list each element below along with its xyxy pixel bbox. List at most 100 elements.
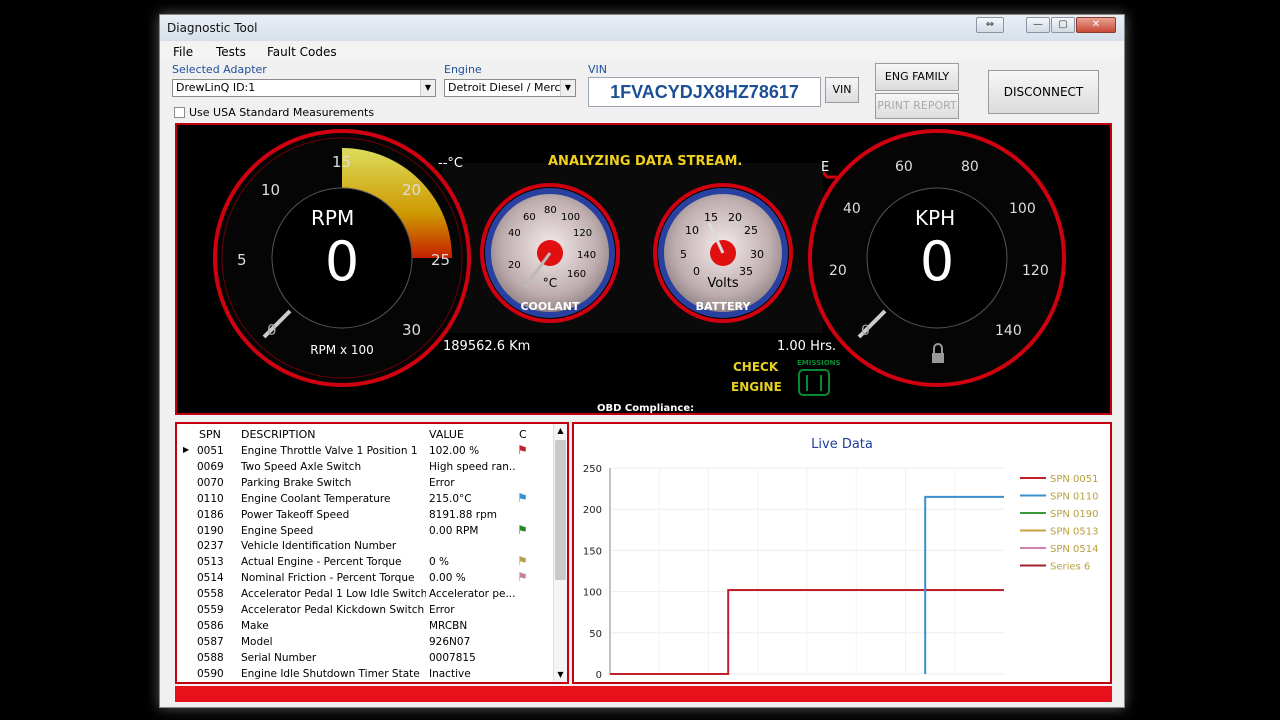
- coolant-tick-120: 120: [573, 228, 592, 239]
- coolant-tick-140: 140: [577, 250, 596, 261]
- rpm-tick-20: 20: [402, 181, 421, 199]
- table-row[interactable]: 0110 Engine Coolant Temperature 215.0°C ⚑: [177, 491, 552, 508]
- usa-measurements-label: Use USA Standard Measurements: [189, 106, 375, 119]
- header-spn[interactable]: SPN: [199, 428, 221, 441]
- lock-icon: [932, 353, 944, 363]
- table-row[interactable]: 0588 Serial Number 0007815: [177, 651, 552, 667]
- adapter-value: DrewLinQ ID:1: [176, 81, 256, 94]
- table-row[interactable]: 0070 Parking Brake Switch Error: [177, 476, 552, 492]
- scroll-thumb[interactable]: [555, 440, 566, 580]
- usa-measurements-checkbox[interactable]: [174, 107, 185, 118]
- table-row[interactable]: ▶ 0051 Engine Throttle Valve 1 Position 1 1…: [177, 443, 552, 460]
- spn-table: SPN DESCRIPTION VALUE C ▶ 0051 Engine Thro…: [175, 422, 569, 684]
- disconnect-button[interactable]: DISCONNECT: [988, 70, 1099, 114]
- live-data-chart: Live Data 0 50 100 150 200 250 SPN 0051 SPN 0110…: [572, 422, 1112, 684]
- cell-spn: 0190: [197, 524, 224, 537]
- flag-icon[interactable]: ⚑: [517, 523, 528, 537]
- kph-tick-0: 0: [861, 323, 870, 339]
- y-tick-label: 250: [583, 464, 602, 475]
- temp-readout: --°C: [438, 156, 463, 171]
- cell-spn: 0590: [197, 667, 224, 680]
- flag-icon[interactable]: ⚑: [517, 570, 528, 584]
- row-selector-icon: ▶: [183, 445, 190, 454]
- adapter-select[interactable]: DrewLinQ ID:1 ▼: [172, 79, 436, 97]
- vin-button[interactable]: VIN: [825, 77, 859, 103]
- battery-tick-25: 25: [744, 224, 758, 237]
- status-text: ANALYZING DATA STREAM.: [548, 154, 742, 169]
- cell-description: Vehicle Identification Number: [241, 540, 397, 553]
- cell-description: Engine Throttle Valve 1 Position 1: [241, 445, 418, 457]
- check-engine-line2: ENGINE: [731, 380, 782, 394]
- coolant-tick-20: 20: [508, 260, 521, 271]
- vin-field[interactable]: 1FVACYDJX8HZ78617: [588, 77, 821, 107]
- print-report-button[interactable]: PRINT REPORT: [875, 93, 959, 119]
- cell-description: Serial Number: [241, 651, 317, 664]
- cell-value: 215.0°C: [429, 492, 472, 505]
- header-description[interactable]: DESCRIPTION: [241, 428, 315, 441]
- cell-description: Engine Speed: [241, 524, 314, 537]
- table-row[interactable]: 0190 Engine Speed 0.00 RPM ⚑: [177, 523, 552, 540]
- table-row[interactable]: 0587 Model 926N07: [177, 635, 552, 651]
- eng-family-button[interactable]: ENG FAMILY: [875, 63, 959, 91]
- coolant-tick-80: 80: [544, 205, 557, 216]
- scroll-down-icon[interactable]: ▼: [554, 668, 567, 682]
- cell-spn: 0559: [197, 604, 224, 616]
- restore-icon[interactable]: ⇔: [976, 17, 1004, 33]
- coolant-tick-100: 100: [561, 212, 580, 223]
- cell-spn: 0051: [197, 445, 224, 457]
- table-row[interactable]: 0514 Nominal Friction - Percent Torque 0.0…: [177, 570, 552, 587]
- chart-svg: Live Data 0 50 100 150 200 250 SPN 0051 SPN 0110…: [583, 437, 1099, 681]
- menu-fault-codes[interactable]: Fault Codes: [267, 45, 337, 59]
- cell-description: Two Speed Axle Switch: [241, 460, 362, 473]
- rpm-tick-0: 0: [267, 321, 277, 339]
- check-engine-line1: CHECK: [733, 360, 779, 374]
- table-row[interactable]: 0513 Actual Engine - Percent Torque 0 % ⚑: [177, 554, 552, 571]
- engine-select[interactable]: Detroit Diesel / Mercedes ▼: [444, 79, 576, 97]
- close-button[interactable]: ✕: [1076, 17, 1116, 33]
- rpm-unit: RPM x 100: [310, 343, 374, 357]
- scroll-up-icon[interactable]: ▲: [554, 424, 567, 438]
- kph-tick-20: 20: [829, 263, 847, 279]
- battery-tick-10: 10: [685, 224, 699, 237]
- header-c[interactable]: C: [519, 428, 527, 441]
- cell-description: Accelerator Pedal 1 Low Idle Switch: [241, 588, 426, 601]
- engine-value: Detroit Diesel / Mercedes: [448, 81, 576, 94]
- table-header: SPN DESCRIPTION VALUE C: [177, 424, 552, 442]
- cell-description: Engine Idle Shutdown Timer State: [241, 667, 420, 680]
- cell-value: Accelerator pe...: [429, 588, 515, 601]
- kph-value: 0: [920, 230, 954, 293]
- chart-title: Live Data: [811, 437, 873, 452]
- table-row[interactable]: 0559 Accelerator Pedal Kickdown Switch Err…: [177, 603, 552, 619]
- cell-spn: 0186: [197, 508, 224, 521]
- table-row[interactable]: 0069 Two Speed Axle Switch High speed ran.…: [177, 460, 552, 476]
- flag-icon[interactable]: ⚑: [517, 491, 528, 505]
- rpm-title: RPM: [311, 206, 354, 230]
- battery-tick-20: 20: [728, 211, 742, 224]
- rpm-tick-25: 25: [431, 251, 450, 269]
- battery-tick-0: 0: [693, 265, 700, 278]
- kph-tick-100: 100: [1009, 201, 1036, 217]
- adapter-label: Selected Adapter: [172, 63, 267, 76]
- menu-file[interactable]: File: [173, 45, 193, 59]
- table-scrollbar[interactable]: ▲ ▼: [553, 424, 567, 682]
- maximize-button[interactable]: ▢: [1051, 17, 1075, 33]
- engine-hours: 1.00 Hrs.: [777, 339, 836, 354]
- cell-value: 926N07: [429, 635, 471, 648]
- table-row[interactable]: 0237 Vehicle Identification Number: [177, 539, 552, 555]
- kph-tick-120: 120: [1022, 263, 1049, 279]
- app-window: Diagnostic Tool ⇔ — ▢ ✕ File Tests Fault…: [159, 14, 1125, 708]
- table-row[interactable]: 0558 Accelerator Pedal 1 Low Idle Switch A…: [177, 587, 552, 603]
- menu-tests[interactable]: Tests: [216, 45, 246, 59]
- table-row[interactable]: 0590 Engine Idle Shutdown Timer State Inac…: [177, 667, 552, 683]
- header-value[interactable]: VALUE: [429, 428, 464, 441]
- minimize-button[interactable]: —: [1026, 17, 1050, 33]
- dashboard-panel: RPM 0 RPM x 100 0 5 10 15 20 25 30 KPH 0…: [175, 123, 1112, 415]
- cell-description: Actual Engine - Percent Torque: [241, 556, 402, 569]
- table-row[interactable]: 0186 Power Takeoff Speed 8191.88 rpm: [177, 508, 552, 524]
- table-row[interactable]: 0586 Make MRCBN: [177, 619, 552, 635]
- emissions-icon: [798, 369, 830, 396]
- dashboard-svg: RPM 0 RPM x 100 0 5 10 15 20 25 30 KPH 0…: [213, 129, 1066, 413]
- flag-icon[interactable]: ⚑: [517, 443, 528, 457]
- cell-spn: 0586: [197, 619, 224, 632]
- flag-icon[interactable]: ⚑: [517, 554, 528, 568]
